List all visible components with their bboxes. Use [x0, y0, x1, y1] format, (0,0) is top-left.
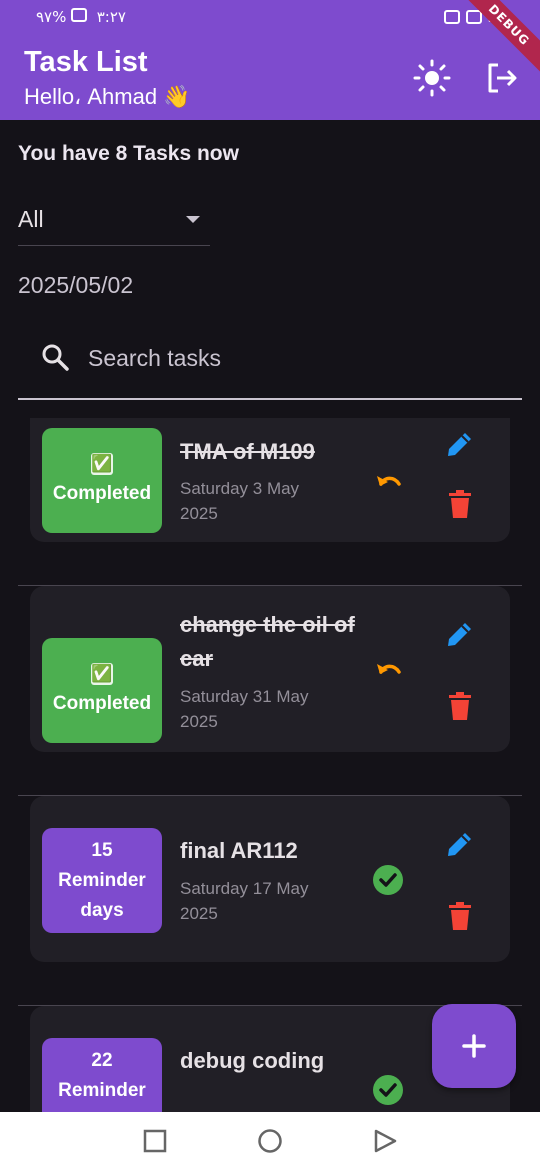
task-title: change the oil of car — [180, 612, 355, 671]
plus-icon — [462, 1034, 486, 1058]
check-circle-icon — [373, 1075, 403, 1105]
app-bar: ٣:٢٧ %٩٧ stc DEBUG Task List Hello، Ahma… — [0, 0, 540, 120]
task-card[interactable]: 15 Reminder days final AR112 Saturday 17… — [30, 796, 510, 962]
home-button[interactable] — [257, 1128, 283, 1154]
list-item: 15 Reminder days final AR112 Saturday 17… — [18, 796, 522, 1006]
current-date: 2025/05/02 — [18, 272, 134, 298]
trash-icon — [449, 490, 471, 518]
logout-icon — [488, 63, 517, 93]
undo-button[interactable] — [372, 466, 404, 498]
reminder-badge: 15 Reminder days — [42, 828, 162, 933]
greeting-text: Hello، Ahmad 👋 — [24, 84, 191, 109]
check-emoji-icon: ✅ — [91, 662, 113, 685]
sun-icon — [413, 59, 451, 97]
theme-toggle-button[interactable] — [412, 58, 452, 98]
badge-label: Completed — [52, 482, 152, 504]
undo-icon — [377, 664, 401, 674]
battery-percent: %٩٧ — [36, 8, 67, 26]
trash-icon — [449, 692, 471, 720]
reminder-days-count: 22 — [91, 1049, 113, 1071]
task-title: TMA of M109 — [180, 439, 315, 464]
pencil-icon — [448, 433, 471, 456]
reminder-days-count: 15 — [91, 839, 113, 861]
status-time: ٣:٢٧ — [96, 8, 126, 26]
search-bar — [18, 322, 522, 400]
recent-apps-button[interactable] — [142, 1128, 168, 1154]
badge-unit: days — [80, 899, 124, 921]
check-emoji-icon: ✅ — [91, 452, 113, 475]
system-nav-bar — [0, 1112, 540, 1170]
add-task-button[interactable] — [432, 1004, 516, 1088]
task-date: Saturday 31 May 2025 — [180, 687, 309, 731]
status-badge: ✅ Completed — [42, 638, 162, 743]
delete-button[interactable] — [446, 488, 474, 520]
battery-icon — [71, 8, 88, 22]
task-date: Saturday 3 May 2025 — [180, 479, 300, 523]
task-card[interactable]: ✅ Completed change the oil of car Saturd… — [30, 586, 510, 752]
edit-button[interactable] — [444, 428, 476, 460]
search-input[interactable] — [88, 338, 508, 378]
list-item: ✅ Completed TMA of M109 Saturday 3 May 2… — [18, 418, 522, 586]
delete-button[interactable] — [446, 690, 474, 722]
pencil-icon — [448, 623, 471, 646]
chevron-down-icon — [186, 216, 200, 223]
task-card[interactable]: ✅ Completed TMA of M109 Saturday 3 May 2… — [30, 418, 510, 542]
reminder-badge: 22 Reminder days — [42, 1038, 162, 1112]
circle-icon — [258, 1129, 282, 1153]
badge-label: Completed — [52, 692, 152, 714]
undo-icon — [377, 476, 401, 486]
delete-button[interactable] — [446, 900, 474, 932]
page-title: Task List — [24, 46, 148, 78]
undo-button[interactable] — [372, 654, 404, 686]
square-icon — [143, 1129, 167, 1153]
back-button[interactable] — [372, 1128, 398, 1154]
edit-button[interactable] — [444, 618, 476, 650]
mark-complete-button[interactable] — [372, 1074, 404, 1106]
status-bar: ٣:٢٧ %٩٧ stc — [0, 0, 540, 36]
task-date: Saturday 17 May 2025 — [180, 879, 309, 923]
edit-button[interactable] — [444, 828, 476, 860]
check-circle-icon — [373, 865, 403, 895]
status-left: ٣:٢٧ %٩٧ — [36, 8, 126, 26]
status-badge: ✅ Completed — [42, 428, 162, 533]
task-title: debug coding — [180, 1048, 325, 1073]
task-title: final AR112 — [180, 838, 298, 863]
badge-label: Reminder — [58, 1079, 146, 1101]
trash-icon — [449, 902, 471, 930]
filter-selected-value: All — [18, 206, 44, 232]
mark-complete-button[interactable] — [372, 864, 404, 896]
badge-label: Reminder — [58, 869, 146, 891]
search-icon — [42, 344, 69, 371]
triangle-icon — [374, 1129, 397, 1153]
task-count-text: You have 8 Tasks now — [18, 142, 239, 165]
filter-dropdown[interactable]: All — [18, 198, 210, 246]
pencil-icon — [448, 833, 471, 856]
logout-button[interactable] — [482, 58, 522, 98]
list-item: ✅ Completed change the oil of car Saturd… — [18, 586, 522, 796]
wifi-icon — [444, 10, 461, 24]
